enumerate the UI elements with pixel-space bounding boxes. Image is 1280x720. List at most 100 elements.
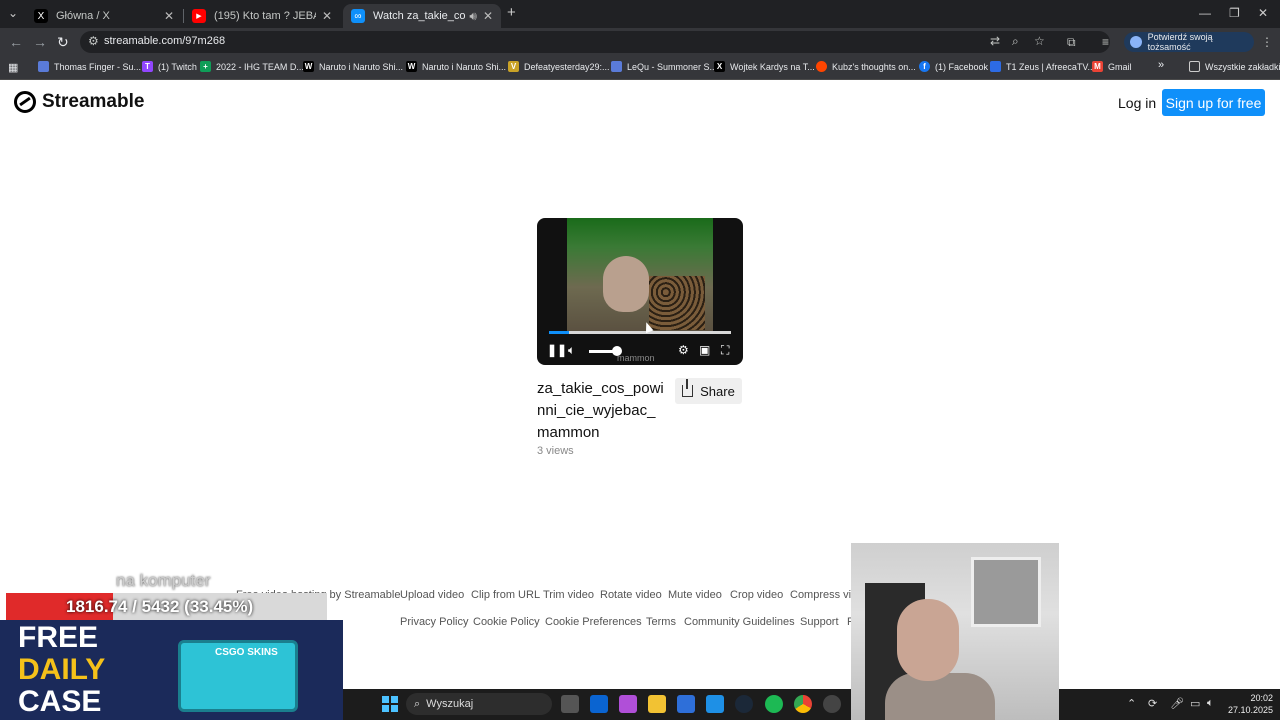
bookmark-item[interactable]: f (1) Facebook [919,61,988,72]
bookmark-item[interactable]: T1 Zeus | AfreecaTV... [990,61,1095,72]
close-window-icon[interactable]: ✕ [1258,6,1268,20]
tab-3-active[interactable]: ∞ Watch za_takie_cos_powinni 🔊︎ ✕ [343,4,501,28]
bookmark-item[interactable]: V Defeatyesterday29:... [508,61,610,72]
goal-counter: 1816.74 / 5432 (33.45%) [6,593,327,621]
tab-2[interactable]: ▶ (195) Kto tam ? JEBAĆ DISA | Ba ✕ [184,4,340,28]
close-icon[interactable]: ✕ [322,9,332,23]
footer-trim-link[interactable]: Trim video [543,589,594,601]
promo-line-2: DAILY [18,653,106,686]
sheets-icon: + [200,61,211,72]
x-icon: X [34,9,48,23]
reading-list-icon[interactable]: ≡ [1102,35,1109,49]
site-logo[interactable]: Streamable [14,91,144,113]
more-bookmarks-button[interactable]: » [1158,59,1164,71]
menu-icon[interactable]: ⋮ [1261,35,1273,49]
share-button[interactable]: Share [675,378,742,404]
apps-icon[interactable]: ▦ [8,61,18,74]
chrome-icon[interactable] [794,695,812,713]
promo-brand: CSGO SKINS [215,647,278,658]
windows-start-icon[interactable] [382,696,398,712]
bookmark-item[interactable]: W Naruto i Naruto Shi... [303,61,403,72]
fullscreen-icon[interactable]: ⛶ [721,343,729,358]
video-frame[interactable] [567,218,713,333]
video-player[interactable]: mammon ❚❚ 🔈︎ ⚙ ▣ ⛶ [537,218,743,365]
bookmark-label: Kubz's thoughts on... [832,61,916,72]
volume-icon[interactable]: 🔈︎ [568,343,575,358]
toolbar: ← → ↻ ⚙ streamable.com/97m268 ⇄ ⌕ ☆ ⧉ ≡ … [0,28,1280,56]
footer-upload-link[interactable]: Upload video [400,589,464,601]
taskbar-search[interactable]: ⌕ Wyszukaj [406,693,552,715]
forward-icon[interactable]: → [33,34,47,50]
network-icon[interactable]: ▭ [1190,697,1200,710]
app-icon[interactable] [706,695,724,713]
sync-icon[interactable]: ⟳ [1148,697,1157,710]
translate-icon[interactable]: ⇄ [990,34,1000,48]
bookmark-icon [38,61,49,72]
steam-icon[interactable] [735,695,753,713]
login-link[interactable]: Log in [1118,95,1156,111]
twitch-icon: T [142,61,153,72]
footer-crop-link[interactable]: Crop video [730,589,783,601]
outlook-icon[interactable] [590,695,608,713]
vod-icon: V [508,61,519,72]
bookmark-label: Naruto i Naruto Shi... [319,61,404,72]
maximize-icon[interactable]: ❐ [1229,6,1240,20]
progress-bar[interactable] [549,331,731,334]
leopard-blanket [649,276,705,330]
footer-privacy-link[interactable]: Privacy Policy [400,616,468,628]
bookmark-item[interactable]: T (1) Twitch [142,61,197,72]
footer-cookie-policy-link[interactable]: Cookie Policy [473,616,540,628]
bookmark-item[interactable]: M Gmail [1092,61,1132,72]
volume-tray-icon[interactable]: 🔈︎ [1207,697,1214,710]
address-bar[interactable]: ⚙ streamable.com/97m268 ⇄ ⌕ ☆ [80,31,1110,53]
bookmark-item[interactable]: Thomas Finger - Su... [38,61,141,72]
new-tab-button[interactable]: + [507,4,516,21]
footer-support-link[interactable]: Support [800,616,839,628]
view-count: 3 views [537,445,574,457]
task-view-icon[interactable] [561,695,579,713]
bookmark-star-icon[interactable]: ☆ [1034,34,1045,48]
store-icon[interactable] [677,695,695,713]
bookmark-item[interactable]: X Wojtek Kardys na T... [714,61,815,72]
extensions-icon[interactable]: ⧉ [1067,35,1076,50]
bookmark-item[interactable]: Kubz's thoughts on... [816,61,916,72]
pause-icon[interactable]: ❚❚ [547,343,567,357]
bookmark-label: Gmail [1108,61,1132,72]
microphone-icon[interactable]: 🎤︎ [1170,697,1184,710]
file-explorer-icon[interactable] [648,695,666,713]
speaker-icon[interactable]: 🔊︎ [469,9,477,24]
bookmark-item[interactable]: +2022 - IHG TEAM D... [200,61,304,72]
volume-knob[interactable] [612,346,622,356]
reddit-icon [816,61,827,72]
picture-in-picture-icon[interactable]: ▣ [699,343,710,357]
bookmark-label: (1) Twitch [158,61,197,72]
close-icon[interactable]: ✕ [164,9,174,23]
tray-chevron-icon[interactable]: ⌃ [1127,697,1136,710]
back-icon[interactable]: ← [9,34,23,50]
tab-1-title: Główna / X [56,10,110,22]
copilot-icon[interactable] [619,695,637,713]
all-bookmarks-button[interactable]: Wszystkie zakładki [1189,61,1280,72]
site-info-icon[interactable]: ⚙ [88,34,99,48]
system-clock[interactable]: 20:02 27.10.2025 [1228,692,1273,716]
footer-guidelines-link[interactable]: Community Guidelines [684,616,795,628]
verify-identity-button[interactable]: Potwierdź swoją tożsamość [1124,32,1254,52]
tab-1[interactable]: X Główna / X ✕ [26,4,182,28]
signup-button[interactable]: Sign up for free [1162,89,1265,116]
reload-icon[interactable]: ↻ [57,34,69,51]
close-icon[interactable]: ✕ [483,9,493,23]
footer-clip-link[interactable]: Clip from URL [471,589,540,601]
footer-cookie-prefs-link[interactable]: Cookie Preferences [545,616,642,628]
obs-icon[interactable] [823,695,841,713]
taskbar-search-label: Wyszukaj [426,698,474,710]
minimize-icon[interactable]: — [1199,6,1211,20]
bookmark-item[interactable]: LeQu - Summoner S... [611,61,717,72]
bookmark-item[interactable]: W Naruto i Naruto Shi... [406,61,506,72]
tab-search-icon[interactable]: ⌄ [8,6,18,20]
zoom-icon[interactable]: ⌕ [1012,34,1019,49]
footer-mute-link[interactable]: Mute video [668,589,722,601]
footer-rotate-link[interactable]: Rotate video [600,589,662,601]
footer-terms-link[interactable]: Terms [646,616,676,628]
settings-gear-icon[interactable]: ⚙ [678,343,689,357]
spotify-icon[interactable] [765,695,783,713]
